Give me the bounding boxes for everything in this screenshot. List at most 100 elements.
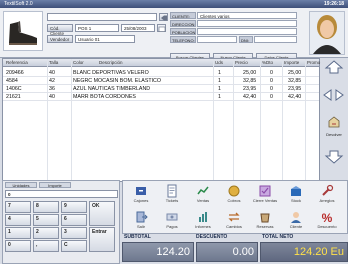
receipt-icon [167, 184, 177, 198]
cell-reference: 1406C [6, 86, 22, 92]
table-row[interactable]: 1406C 36 AZUL NAUTICAS TIMBERLAND 1 23,9… [3, 85, 319, 93]
action-descuento-button[interactable]: % Descuento [313, 209, 341, 233]
cell-reference: 209466 [6, 70, 24, 76]
payments-out-icon [166, 213, 178, 221]
scroll-left-button[interactable] [321, 88, 333, 102]
action-reservas-button[interactable]: Reservas [251, 209, 279, 233]
table-row[interactable]: 209466 40 BLANC DEPORTIVAS VELERO 1 25,0… [3, 69, 319, 77]
key-3[interactable]: 3 [61, 227, 87, 239]
totals-bar: SUBTOTAL DESCUENTO TOTAL NETO 124.20 0.0… [122, 234, 348, 264]
address-field[interactable] [197, 20, 297, 27]
calendar-icon [158, 26, 166, 32]
return-item-button[interactable]: Devolver [324, 116, 344, 140]
title-bar: TextilSoft 2.0 19:26:18 [0, 0, 348, 8]
key-5[interactable]: 5 [33, 214, 59, 226]
action-label: Tickets [165, 198, 179, 203]
scroll-bottom-button[interactable] [324, 150, 344, 164]
phone-label: TELEFONO: [170, 36, 196, 43]
tab-units[interactable]: Unidades [5, 182, 37, 188]
payment-icon [228, 185, 240, 197]
key-7[interactable]: 7 [5, 201, 31, 213]
col-discount: %Dto [262, 60, 274, 65]
customer-name-field[interactable]: Clientes varios [197, 12, 297, 19]
double-up-arrow-icon [324, 60, 344, 74]
action-cambios-button[interactable]: Cambios [220, 209, 248, 233]
cell-price: 23,95 [243, 86, 257, 92]
vendor-button[interactable]: Vendedor [47, 35, 73, 43]
side-navigation: Devolver [321, 58, 348, 182]
close-sales-icon [259, 185, 271, 197]
key-6[interactable]: 6 [61, 214, 87, 226]
col-reference: Referencia [6, 60, 28, 65]
action-label: Salir [136, 224, 145, 229]
scroll-right-button[interactable] [334, 88, 346, 102]
cell-discount: 0 [270, 94, 273, 100]
action-cierre-ventas-button[interactable]: Cierre Ventas [251, 183, 279, 207]
cell-price: 42,40 [243, 94, 257, 100]
action-cobros-button[interactable]: Cobros [220, 183, 248, 207]
person-photo-icon [310, 12, 344, 54]
key-2[interactable]: 2 [33, 227, 59, 239]
key-comma[interactable]: , [33, 240, 59, 252]
key-0[interactable]: 0 [5, 240, 31, 252]
phone-field[interactable] [197, 36, 237, 43]
enter-button[interactable]: Entrar [89, 227, 115, 252]
city-label: POBLACION: [170, 28, 196, 35]
scroll-top-button[interactable] [324, 60, 344, 74]
address-label: DIRECCION: [170, 20, 196, 27]
key-1[interactable]: 1 [5, 227, 31, 239]
cell-discount: 0 [270, 86, 273, 92]
action-arreglos-button[interactable]: Arreglos [313, 183, 341, 207]
sales-icon [197, 186, 209, 195]
calendar-button[interactable] [157, 24, 166, 32]
right-arrow-icon [335, 89, 344, 101]
action-toolbar: Cajones Tickets Ventas Cobros Cierre Ven… [122, 180, 348, 234]
discount-icon: % [322, 211, 333, 224]
return-label: Devolver [326, 132, 342, 137]
avatar [309, 11, 345, 55]
action-ventas-button[interactable]: Ventas [189, 183, 217, 207]
table-row[interactable]: 4584 42 NEGRC MOCASIN BOM. ELASTICO 1 32… [3, 77, 319, 85]
cell-units: 1 [218, 94, 221, 100]
repairs-icon [322, 184, 334, 196]
drawer-icon [136, 187, 146, 195]
tag-icon [161, 15, 167, 21]
city-field[interactable] [197, 28, 297, 35]
ok-button[interactable]: OK [89, 201, 115, 226]
table-header: Referencia Talla Color Descripción Uds P… [3, 59, 320, 67]
sale-items-table: Referencia Talla Color Descripción Uds P… [2, 58, 320, 182]
numeric-keypad: Unidades Importe 0 7 8 9 4 5 6 1 2 3 0 ,… [2, 180, 120, 264]
action-label: Informes [195, 224, 211, 229]
net-total-label: TOTAL NETO [262, 234, 294, 240]
cell-description: MARR BOTA CORDONES [73, 94, 136, 100]
search-button[interactable] [159, 13, 168, 21]
key-8[interactable]: 8 [33, 201, 59, 213]
discount-value: 0.00 [196, 242, 258, 262]
action-salir-button[interactable]: Salir [127, 209, 155, 233]
exchanges-icon [228, 212, 240, 222]
cell-reference: 21621 [6, 94, 21, 100]
key-4[interactable]: 4 [5, 214, 31, 226]
product-search-input[interactable] [47, 13, 157, 21]
action-tickets-button[interactable]: Tickets [158, 183, 186, 207]
action-cajones-button[interactable]: Cajones [127, 183, 155, 207]
cell-amount: 23,95 [288, 86, 302, 92]
window-title: TextilSoft 2.0 [4, 1, 33, 7]
dni-field[interactable] [254, 36, 297, 43]
action-informes-button[interactable]: Informes [189, 209, 217, 233]
reports-icon [199, 212, 207, 222]
action-pagos-button[interactable]: Pagos [158, 209, 186, 233]
key-9[interactable]: 9 [61, 201, 87, 213]
action-label: Pagos [166, 224, 178, 229]
net-total-value: 124.20 Eu [260, 242, 348, 262]
action-cliente-button[interactable]: Cliente [282, 209, 310, 233]
customer-code-button[interactable]: Cód. Cliente [47, 24, 73, 36]
action-label: Reservas [256, 224, 274, 229]
header-panel: Cód. Cliente POS 1 25/08/2003 Vendedor U… [0, 8, 348, 62]
tab-amount[interactable]: Importe [39, 182, 71, 188]
table-row[interactable]: 21621 40 MARR BOTA CORDONES 1 42,40 0 42… [3, 93, 319, 101]
left-arrow-icon [323, 89, 332, 101]
action-stock-button[interactable]: Stock [282, 183, 310, 207]
stock-icon [291, 186, 301, 196]
key-clear[interactable]: C [61, 240, 87, 252]
